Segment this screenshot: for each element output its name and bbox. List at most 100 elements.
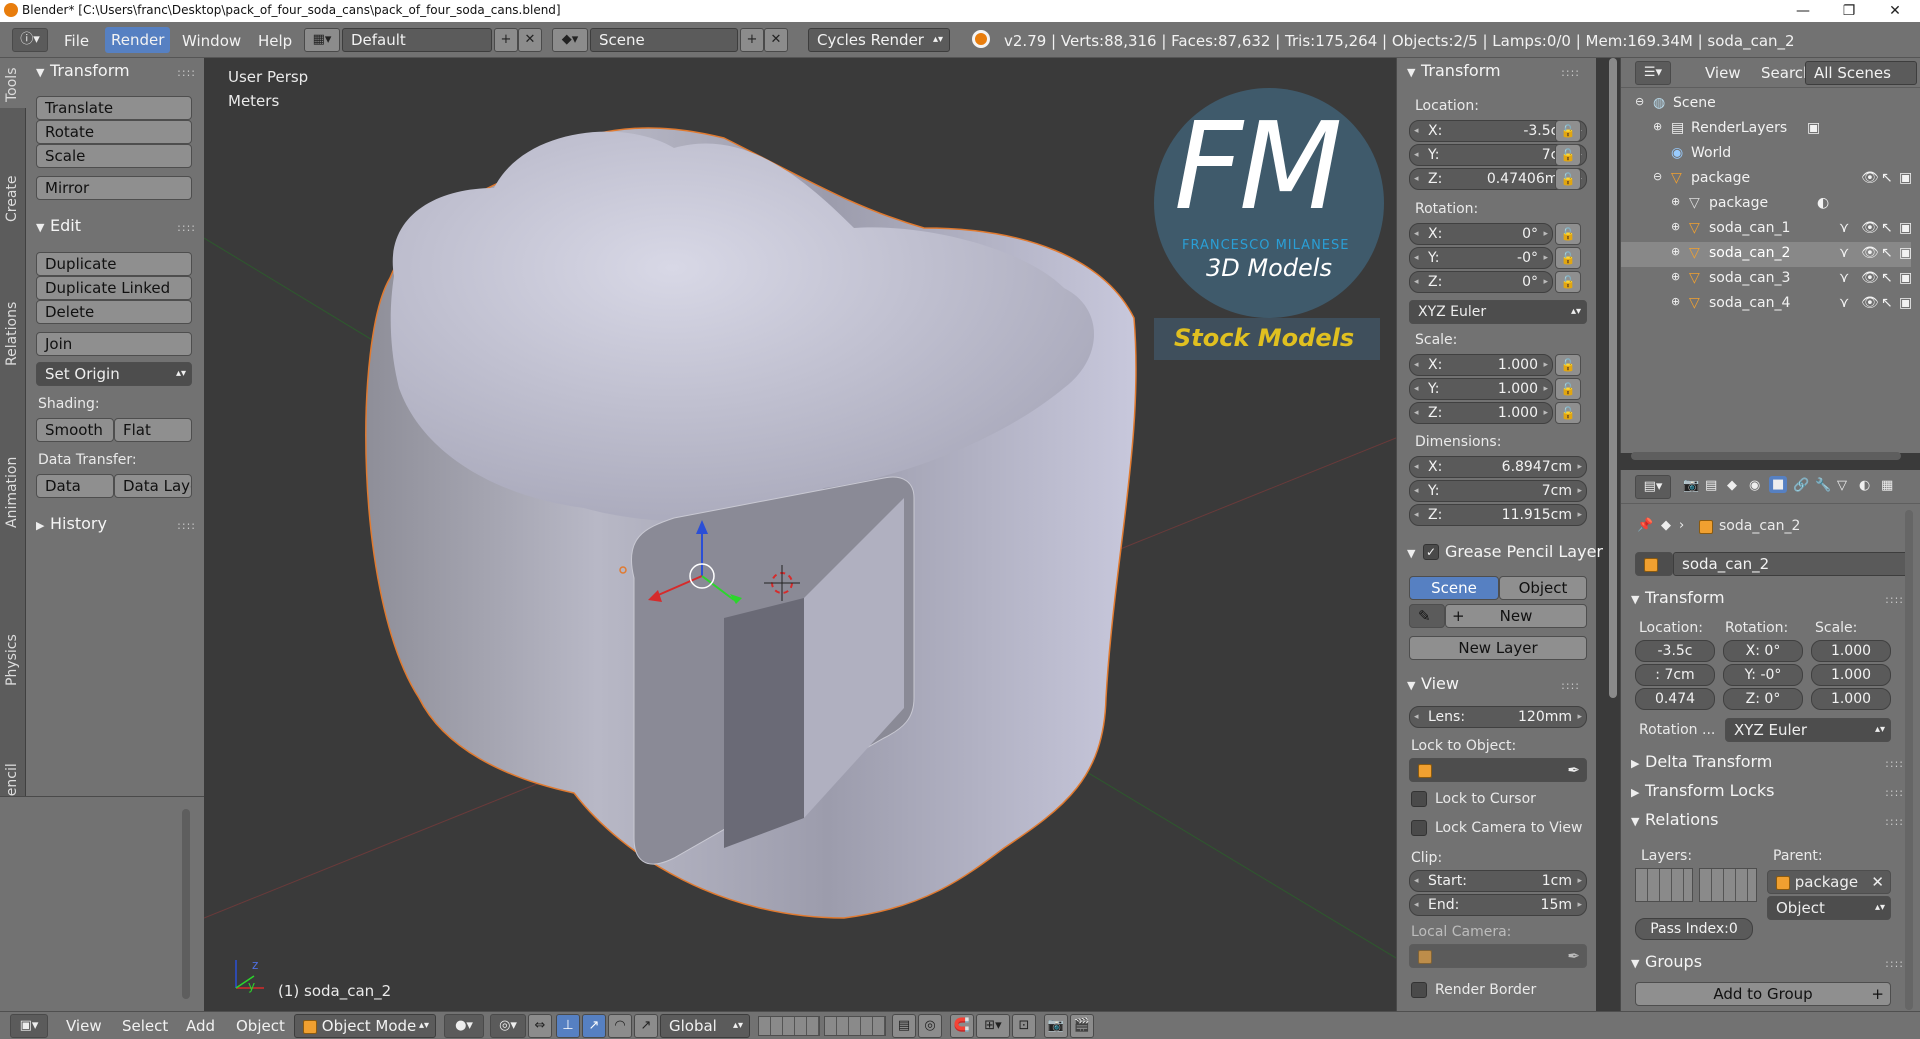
- outliner-row-renderlayers[interactable]: ⊕ ▤ RenderLayers ▣: [1621, 117, 1911, 142]
- cursor-icon[interactable]: ↖: [1881, 220, 1893, 236]
- drag-handle-icon[interactable]: ::::: [1561, 679, 1580, 692]
- menu-help[interactable]: Help: [258, 32, 292, 50]
- tab-physics[interactable]: Physics: [0, 348, 26, 686]
- opengl-animation-icon[interactable]: 🎬: [1070, 1014, 1094, 1038]
- screen-layout-icon[interactable]: ▦▾: [304, 28, 340, 52]
- scene-selector-icon[interactable]: ◆▾: [552, 28, 588, 52]
- render-layers-tab-icon[interactable]: ▤: [1705, 478, 1717, 493]
- lock-icon[interactable]: 🔓: [1555, 223, 1581, 245]
- parent-type-select[interactable]: Object ▴▾: [1767, 896, 1891, 920]
- eyedropper-icon[interactable]: ✒: [1567, 759, 1580, 781]
- scale-y-field[interactable]: ◂ Y: 1.000 ▸: [1409, 378, 1553, 400]
- object-name-field[interactable]: soda_can_2: [1673, 552, 1909, 576]
- duplicate-linked-button[interactable]: Duplicate Linked: [36, 276, 192, 300]
- layers-grid-2[interactable]: [1699, 868, 1757, 902]
- tab-relations[interactable]: Relations: [0, 176, 26, 366]
- flat-button[interactable]: Flat: [114, 418, 192, 442]
- lock-icon[interactable]: 🔓: [1555, 378, 1581, 400]
- transform-panel-header[interactable]: ▼ Transform: [36, 61, 130, 80]
- remove-scene-icon[interactable]: ✕: [764, 28, 788, 52]
- props-rotation-x[interactable]: X: 0°: [1723, 640, 1803, 662]
- eye-icon[interactable]: 👁: [1861, 295, 1879, 311]
- props-location-x[interactable]: -3.5c: [1635, 640, 1715, 662]
- gp-scene-tab[interactable]: Scene: [1409, 576, 1499, 600]
- render-border-checkbox[interactable]: [1411, 982, 1427, 998]
- layers-grid-1[interactable]: [1635, 868, 1693, 902]
- eye-icon[interactable]: 👁: [1861, 245, 1879, 261]
- manipulator-toggle-icon[interactable]: ⇔: [528, 1014, 552, 1038]
- cursor-icon[interactable]: ↖: [1881, 245, 1893, 261]
- drag-handle-icon[interactable]: ::::: [1885, 757, 1904, 770]
- tab-tools[interactable]: Tools: [0, 58, 26, 108]
- expand-icon[interactable]: ⊕: [1671, 220, 1680, 233]
- eye-icon[interactable]: 👁: [1861, 220, 1879, 236]
- menu-file[interactable]: File: [64, 32, 89, 50]
- scale-manipulator-icon[interactable]: ↗: [582, 1014, 606, 1038]
- horizontal-scrollbar[interactable]: [1631, 452, 1901, 460]
- object-type-icon[interactable]: [1635, 552, 1673, 576]
- scrollbar[interactable]: [1905, 510, 1913, 1010]
- lens-field[interactable]: ◂ Lens: 120mm ▸: [1409, 706, 1587, 728]
- outliner-row-soda-can-2[interactable]: ⊕ ▽ soda_can_2 ⋎ 👁 ↖ ▣: [1621, 242, 1912, 267]
- layer-buttons-2[interactable]: [824, 1016, 886, 1036]
- expand-icon[interactable]: ⊕: [1671, 295, 1680, 308]
- lock-icon[interactable]: 🔓: [1555, 271, 1581, 293]
- outliner-row-package-mesh[interactable]: ⊕ ▽ package ◐: [1621, 192, 1911, 217]
- lock-layers-icon[interactable]: ▤: [892, 1014, 916, 1038]
- view-panel-header[interactable]: ▼ View: [1407, 674, 1459, 693]
- constraints-tab-icon[interactable]: 🔗: [1793, 478, 1809, 493]
- screen-layout-field[interactable]: Default: [342, 28, 492, 52]
- props-scale-x[interactable]: 1.000: [1811, 640, 1891, 662]
- expand-icon[interactable]: ⊕: [1671, 270, 1680, 283]
- outliner-row-world[interactable]: ◉ World: [1621, 142, 1911, 167]
- lock-object-field[interactable]: ✒: [1409, 758, 1587, 782]
- drag-handle-icon[interactable]: ::::: [1885, 957, 1904, 970]
- clip-start-field[interactable]: ◂ Start: 1cm ▸: [1409, 870, 1587, 892]
- outliner-row-soda-can-1[interactable]: ⊕ ▽ soda_can_1 ⋎ 👁 ↖ ▣: [1621, 217, 1912, 242]
- scene-field[interactable]: Scene: [590, 28, 738, 52]
- translate-button[interactable]: Translate: [36, 96, 192, 120]
- menu-view[interactable]: View: [66, 1017, 102, 1035]
- drag-handle-icon[interactable]: ::::: [1885, 786, 1904, 799]
- snap-element-icon[interactable]: ⊞▾: [976, 1014, 1010, 1038]
- menu-select[interactable]: Select: [122, 1017, 168, 1035]
- cursor-icon[interactable]: ↖: [1881, 270, 1893, 286]
- dimension-y-field[interactable]: ◂ Y: 7cm ▸: [1409, 480, 1587, 502]
- relations-header[interactable]: ▼ Relations: [1631, 810, 1718, 829]
- gp-new-layer-button[interactable]: New Layer: [1409, 636, 1587, 660]
- world-tab-icon[interactable]: ◉: [1749, 478, 1760, 493]
- join-button[interactable]: Join: [36, 332, 192, 356]
- camera-icon[interactable]: ▣: [1899, 220, 1912, 236]
- close-window-button[interactable]: ✕: [1872, 0, 1918, 22]
- orientation-select[interactable]: Global ▴▾: [660, 1014, 750, 1038]
- lock-icon[interactable]: 🔓: [1555, 247, 1581, 269]
- object-tab-icon[interactable]: ■: [1769, 476, 1788, 493]
- camera-icon[interactable]: ▣: [1899, 245, 1912, 261]
- pencil-icon[interactable]: ✎: [1409, 604, 1445, 628]
- tab-create[interactable]: Create: [0, 112, 26, 222]
- props-rotation-z[interactable]: Z: 0°: [1723, 688, 1803, 710]
- props-transform-header[interactable]: ▼ Transform: [1631, 588, 1725, 607]
- add-scene-icon[interactable]: +: [740, 28, 764, 52]
- lock-icon[interactable]: 🔓: [1555, 120, 1581, 142]
- expand-icon[interactable]: ⊕: [1671, 245, 1680, 258]
- cursor-icon[interactable]: ↖: [1881, 295, 1893, 311]
- camera-icon[interactable]: ▣: [1899, 295, 1912, 311]
- edit-panel-header[interactable]: ▼ Edit: [36, 216, 81, 235]
- transform-locks-header[interactable]: ▶ Transform Locks: [1631, 781, 1775, 800]
- transform-panel-header[interactable]: ▼ Transform: [1407, 61, 1501, 80]
- outliner-view-menu[interactable]: View: [1705, 64, 1741, 82]
- clear-icon[interactable]: ✕: [1871, 871, 1884, 893]
- groups-header[interactable]: ▼ Groups: [1631, 952, 1702, 971]
- manipulator-extra-icon[interactable]: ↗: [634, 1014, 658, 1038]
- translate-manipulator-icon[interactable]: ⊥: [556, 1014, 580, 1038]
- lock-icon[interactable]: 🔓: [1555, 354, 1581, 376]
- drag-handle-icon[interactable]: ::::: [1885, 593, 1904, 606]
- drag-handle-icon[interactable]: ::::: [1561, 66, 1580, 79]
- props-rotation-mode-select[interactable]: XYZ Euler ▴▾: [1725, 718, 1891, 742]
- history-panel-header[interactable]: ▶ History: [36, 514, 107, 533]
- modifiers-tab-icon[interactable]: 🔧: [1815, 478, 1831, 493]
- duplicate-button[interactable]: Duplicate: [36, 252, 192, 276]
- menu-add[interactable]: Add: [186, 1017, 215, 1035]
- dimension-x-field[interactable]: ◂ X: 6.8947cm ▸: [1409, 456, 1587, 478]
